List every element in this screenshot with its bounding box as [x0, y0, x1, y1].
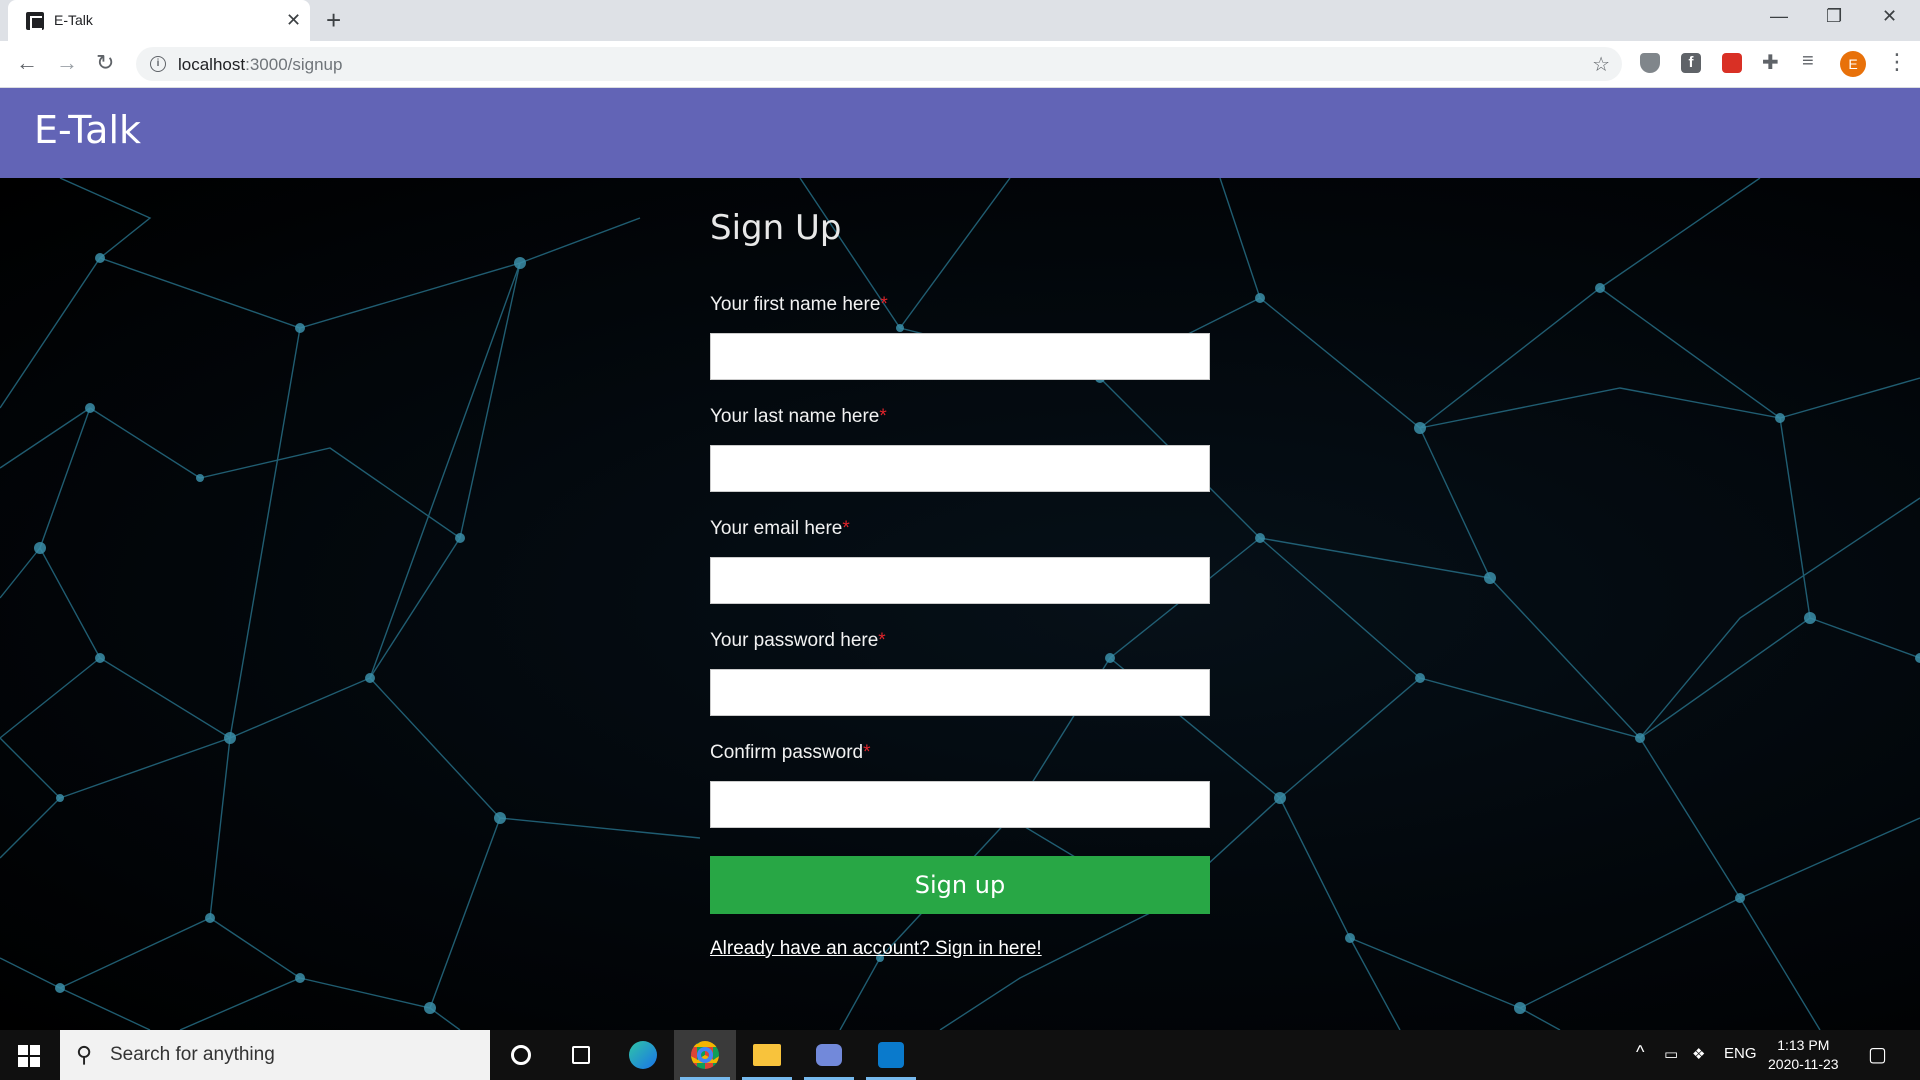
battery-icon[interactable]: ▭: [1664, 1045, 1678, 1063]
system-clock[interactable]: 1:13 PM 2020-11-23: [1768, 1036, 1839, 1074]
required-marker: *: [879, 406, 887, 427]
dropbox-icon[interactable]: ❖: [1692, 1045, 1705, 1063]
restore-window-button[interactable]: ❐: [1826, 6, 1842, 27]
sign-up-button[interactable]: Sign up: [710, 856, 1210, 914]
windows-start-icon[interactable]: [18, 1045, 40, 1067]
vscode-icon[interactable]: [860, 1030, 922, 1080]
search-icon: ⚲: [76, 1042, 93, 1067]
windows-taskbar: ⚲ Search for anything ^ ▭ ❖ ENG 1:13 PM …: [0, 1030, 1920, 1080]
confirm-password-label: Confirm password*: [710, 742, 871, 763]
browser-tab[interactable]: E-Talk ✕: [8, 0, 310, 41]
file-explorer-icon[interactable]: [736, 1030, 798, 1080]
reload-icon[interactable]: ↻: [96, 51, 114, 75]
address-bar[interactable]: i localhost:3000/signup ☆: [136, 47, 1622, 81]
shield-extension-icon[interactable]: [1640, 53, 1660, 73]
red-extension-icon[interactable]: [1722, 53, 1742, 73]
cortana-icon[interactable]: [490, 1030, 552, 1080]
extensions-puzzle-icon[interactable]: ✚: [1762, 50, 1782, 74]
first-name-label: Your first name here*: [710, 294, 888, 315]
back-arrow-icon[interactable]: ←: [16, 51, 38, 75]
app-header: E-Talk: [0, 88, 1920, 178]
required-marker: *: [863, 742, 871, 763]
site-info-icon[interactable]: i: [150, 56, 166, 72]
discord-icon[interactable]: [798, 1030, 860, 1080]
email-label: Your email here*: [710, 518, 850, 539]
search-placeholder: Search for anything: [110, 1044, 275, 1065]
required-marker: *: [880, 294, 888, 315]
clock-time: 1:13 PM: [1777, 1037, 1830, 1053]
sign-in-link[interactable]: Already have an account? Sign in here!: [710, 938, 1042, 960]
browser-toolbar: ← → ↻ i localhost:3000/signup ☆ f ✚ ≡ E …: [0, 41, 1920, 88]
profile-avatar[interactable]: E: [1840, 51, 1866, 77]
notification-center-icon[interactable]: ▢: [1868, 1042, 1887, 1067]
show-hidden-icons-chevron-icon[interactable]: ^: [1636, 1042, 1644, 1063]
signup-page: Sign Up Your first name here* Your last …: [0, 178, 1920, 1030]
app-brand[interactable]: E-Talk: [34, 108, 141, 152]
site-favicon-icon: [26, 12, 44, 30]
media-control-icon[interactable]: ≡: [1802, 50, 1822, 72]
taskbar-search-box[interactable]: ⚲ Search for anything: [60, 1030, 490, 1080]
form-title: Sign Up: [710, 208, 842, 248]
url-text[interactable]: localhost:3000/signup: [178, 55, 342, 75]
bookmark-star-icon[interactable]: ☆: [1592, 52, 1610, 77]
clock-date: 2020-11-23: [1768, 1056, 1839, 1072]
language-indicator[interactable]: ENG: [1724, 1045, 1757, 1062]
edge-browser-icon[interactable]: [612, 1030, 674, 1080]
browser-tabstrip: E-Talk ✕ + — ❐ ✕: [0, 0, 1920, 41]
close-window-button[interactable]: ✕: [1882, 6, 1897, 27]
minimize-window-button[interactable]: —: [1770, 6, 1788, 27]
browser-menu-icon[interactable]: ⋮: [1886, 49, 1908, 75]
required-marker: *: [878, 630, 886, 651]
last-name-label: Your last name here*: [710, 406, 887, 427]
last-name-field[interactable]: [710, 445, 1210, 492]
tab-title: E-Talk: [54, 12, 93, 28]
first-name-field[interactable]: [710, 333, 1210, 380]
password-field[interactable]: [710, 669, 1210, 716]
chrome-browser-icon[interactable]: [674, 1030, 736, 1080]
confirm-password-field[interactable]: [710, 781, 1210, 828]
required-marker: *: [842, 518, 850, 539]
f-extension-icon[interactable]: f: [1681, 53, 1701, 73]
tab-close-icon[interactable]: ✕: [286, 10, 301, 30]
task-view-icon[interactable]: [550, 1030, 612, 1080]
email-field[interactable]: [710, 557, 1210, 604]
forward-arrow-icon[interactable]: →: [56, 51, 78, 75]
new-tab-button[interactable]: +: [326, 6, 341, 34]
password-label: Your password here*: [710, 630, 886, 651]
